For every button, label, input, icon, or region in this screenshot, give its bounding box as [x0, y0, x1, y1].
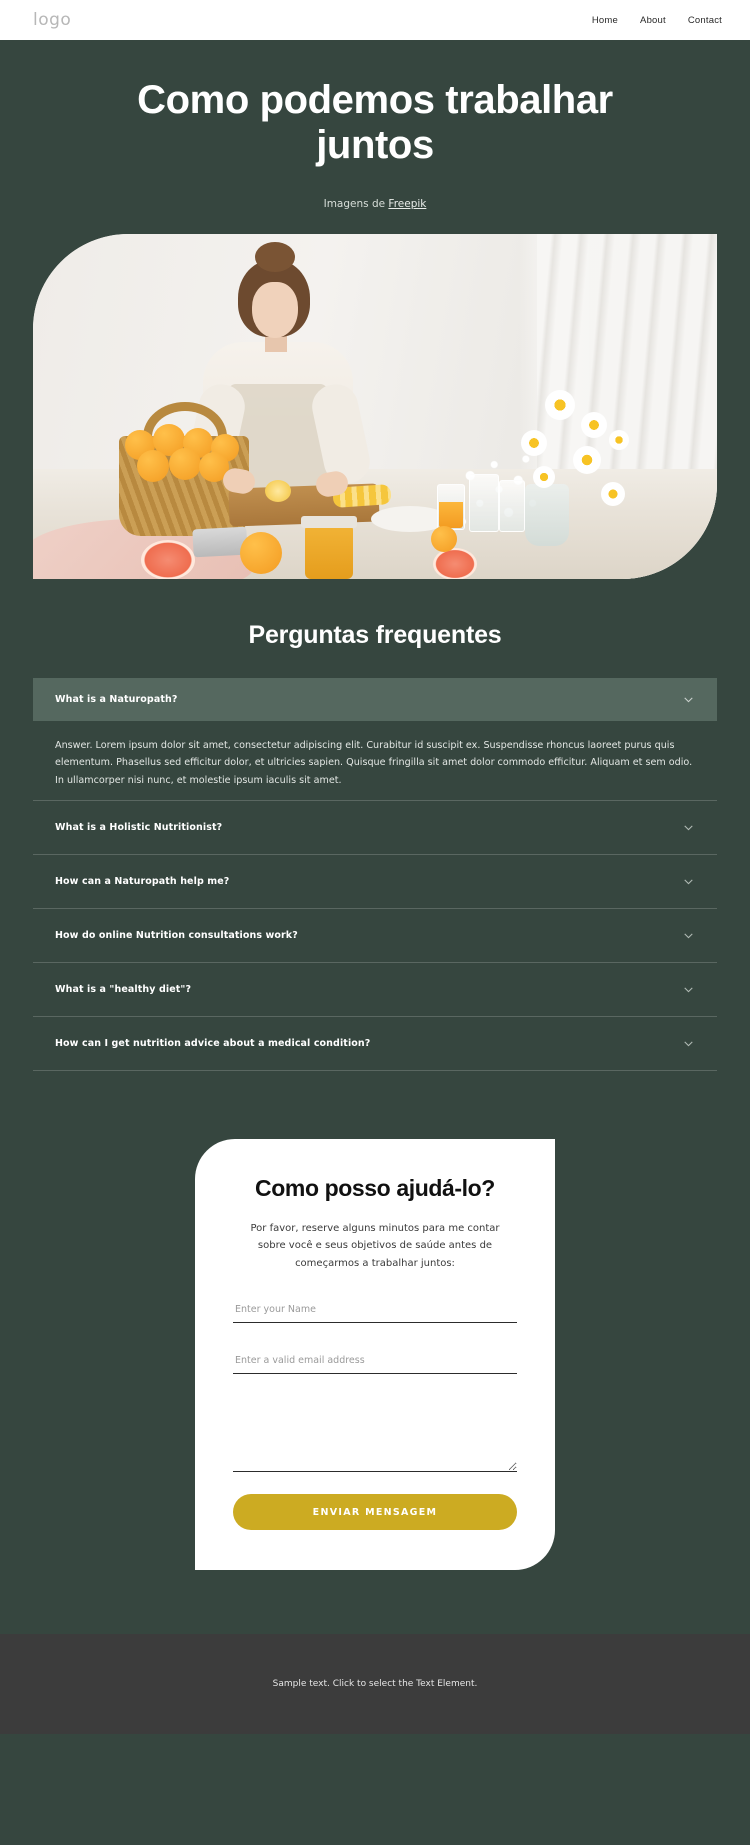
faq-item-3: How can a Naturopath help me?: [33, 855, 717, 909]
page-title: Como podemos trabalhar juntos: [137, 78, 613, 167]
faq-toggle-2[interactable]: What is a Holistic Nutritionist?: [33, 801, 717, 854]
chevron-down-icon[interactable]: [682, 1037, 695, 1050]
drinking-glass: [499, 479, 525, 532]
faq-toggle-4[interactable]: How do online Nutrition consultations wo…: [33, 909, 717, 962]
orange: [431, 525, 457, 552]
faq-answer-1: Answer. Lorem ipsum dolor sit amet, cons…: [55, 739, 693, 787]
orange-juice: [439, 501, 463, 528]
image-credit-prefix: Imagens de: [323, 197, 389, 210]
daisy-flower: [533, 465, 555, 488]
faq-item-1: What is a Naturopath? Answer. Lorem ipsu…: [33, 677, 717, 801]
nav-link-contact[interactable]: Contact: [688, 15, 722, 26]
faq-question-3: How can a Naturopath help me?: [55, 875, 230, 887]
footer-text[interactable]: Sample text. Click to select the Text El…: [273, 1679, 478, 1689]
faq-item-5: What is a "healthy diet"?: [33, 963, 717, 1017]
daisy-flower: [601, 481, 625, 506]
daisy-flower: [545, 389, 575, 420]
faq-item-4: How do online Nutrition consultations wo…: [33, 909, 717, 963]
faq-toggle-1[interactable]: What is a Naturopath?: [33, 677, 717, 721]
site-footer: Sample text. Click to select the Text El…: [0, 1634, 750, 1735]
hero-section: Como podemos trabalhar juntos Imagens de…: [0, 40, 750, 210]
freepik-link[interactable]: Freepik: [388, 198, 426, 210]
flower-vase: [525, 483, 569, 546]
chevron-down-icon[interactable]: [682, 875, 695, 888]
chevron-down-icon[interactable]: [682, 693, 695, 706]
faq-item-2: What is a Holistic Nutritionist?: [33, 801, 717, 855]
grapefruit-half: [141, 539, 195, 579]
email-field[interactable]: [233, 1349, 517, 1375]
faq-toggle-6[interactable]: How can I get nutrition advice about a m…: [33, 1017, 717, 1070]
daisy-flower: [581, 411, 607, 438]
contact-title: Como posso ajudá-lo?: [255, 1174, 495, 1201]
faq-question-2: What is a Holistic Nutritionist?: [55, 821, 223, 833]
jam-jar: [305, 523, 353, 579]
drinking-glass: [469, 473, 499, 532]
main-nav: Home About Contact: [592, 15, 722, 26]
chevron-down-icon[interactable]: [682, 821, 695, 834]
woman-hair-bun: [255, 241, 295, 272]
cut-lemon: [265, 479, 291, 502]
name-field[interactable]: [233, 1298, 517, 1324]
logo[interactable]: logo: [33, 11, 71, 29]
grapefruit-half: [433, 547, 477, 579]
faq-toggle-3[interactable]: How can a Naturopath help me?: [33, 855, 717, 908]
hero-image: [33, 233, 717, 579]
daisy-flower: [573, 445, 601, 474]
faq-toggle-5[interactable]: What is a "healthy diet"?: [33, 963, 717, 1016]
faq-section: Perguntas frequentes What is a Naturopat…: [0, 579, 750, 1071]
faq-title: Perguntas frequentes: [248, 620, 502, 649]
nav-link-home[interactable]: Home: [592, 15, 618, 26]
daisy-flower: [609, 429, 629, 450]
faq-question-1: What is a Naturopath?: [55, 693, 178, 705]
chevron-down-icon[interactable]: [682, 929, 695, 942]
contact-card: Como posso ajudá-lo? Por favor, reserve …: [195, 1138, 555, 1571]
nav-link-about[interactable]: About: [640, 15, 666, 26]
faq-list: What is a Naturopath? Answer. Lorem ipsu…: [33, 677, 717, 1071]
site-header: logo Home About Contact: [0, 0, 750, 40]
orange: [169, 447, 201, 480]
chevron-down-icon[interactable]: [682, 983, 695, 996]
woman-face: [252, 281, 298, 338]
orange: [240, 531, 282, 574]
orange: [137, 449, 169, 482]
message-field[interactable]: [233, 1400, 517, 1473]
faq-question-4: How do online Nutrition consultations wo…: [55, 929, 298, 941]
send-message-button[interactable]: ENVIAR MENSAGEM: [233, 1494, 517, 1531]
faq-question-6: How can I get nutrition advice about a m…: [55, 1037, 371, 1049]
faq-question-5: What is a "healthy diet"?: [55, 983, 192, 995]
jam-jar-lid: [301, 515, 357, 528]
contact-subtitle: Por favor, reserve alguns minutos para m…: [250, 1222, 500, 1269]
daisy-flower: [521, 429, 547, 456]
image-credit: Imagens de Freepik: [0, 198, 750, 210]
contact-section: Como posso ajudá-lo? Por favor, reserve …: [0, 1071, 750, 1571]
hero-image-scene: [33, 233, 717, 579]
faq-item-6: How can I get nutrition advice about a m…: [33, 1017, 717, 1071]
